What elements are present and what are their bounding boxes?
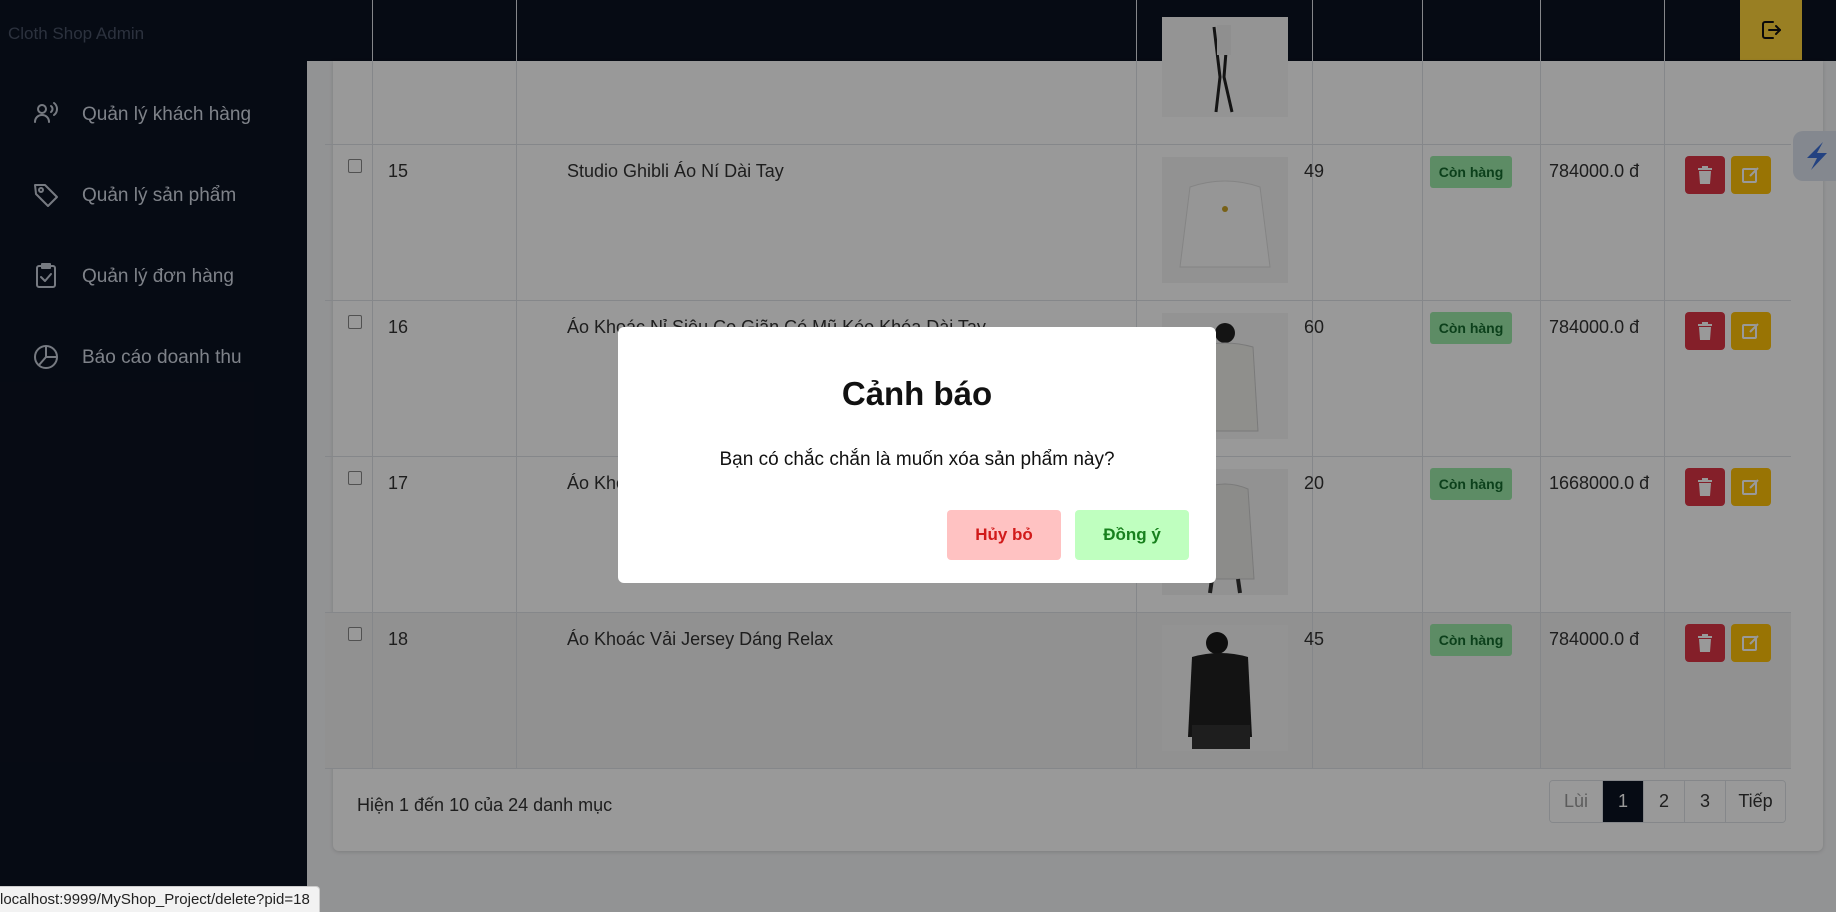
confirm-button[interactable]: Đồng ý bbox=[1075, 510, 1189, 560]
dialog-message: Bạn có chắc chắn là muốn xóa sản phẩm nà… bbox=[719, 449, 1115, 470]
confirm-dialog: Cảnh báo Bạn có chắc chắn là muốn xóa sả… bbox=[618, 327, 1216, 583]
cancel-button[interactable]: Hủy bỏ bbox=[947, 510, 1061, 560]
dialog-title: Cảnh báo bbox=[841, 375, 993, 412]
browser-status-url: localhost:9999/MyShop_Project/delete?pid… bbox=[0, 886, 320, 912]
